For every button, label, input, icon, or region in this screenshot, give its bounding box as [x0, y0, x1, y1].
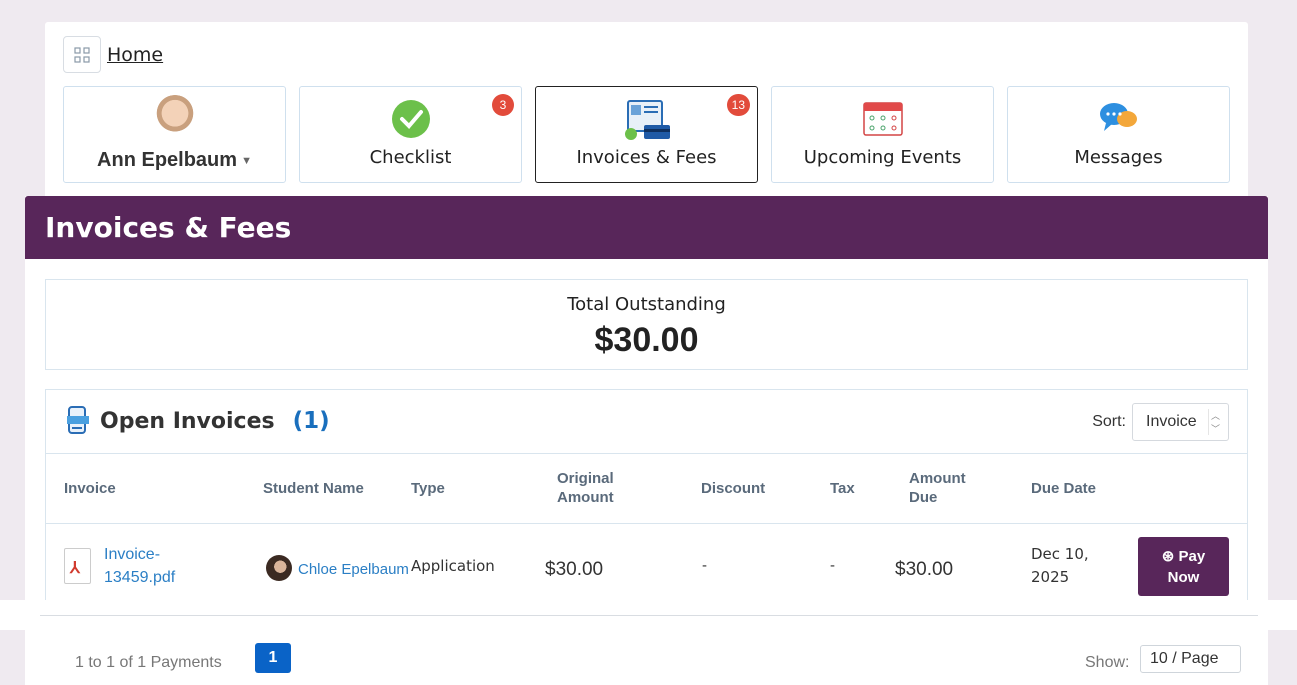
- discount-value: -: [702, 557, 707, 574]
- tile-checklist-label: Checklist: [369, 147, 452, 168]
- divider-line: [40, 615, 1258, 616]
- calendar-icon: [862, 99, 903, 142]
- sort-select[interactable]: Invoice ︿ ﹀: [1132, 403, 1229, 441]
- open-invoices-title-text: Open Invoices: [100, 408, 275, 434]
- tile-messages-label: Messages: [1074, 147, 1163, 168]
- checkmark-circle-icon: [391, 99, 431, 144]
- user-name: Ann Epelbaum ▼: [97, 149, 252, 171]
- dollar-circle-icon: ⊛: [1161, 547, 1175, 565]
- pay-now-button[interactable]: ⊛ Pay Now: [1138, 537, 1229, 596]
- caret-down-icon: ▼: [241, 154, 252, 167]
- table-header: Invoice Student Name Type Original Amount…: [46, 454, 1247, 524]
- total-outstanding-box: Total Outstanding $30.00: [45, 279, 1248, 370]
- amount-due-value: $30.00: [895, 559, 954, 580]
- pdf-icon: ⅄: [64, 548, 91, 584]
- col-invoice: Invoice: [64, 480, 116, 497]
- sort-control: Sort: Invoice ︿ ﹀: [1092, 403, 1229, 441]
- page-size-select[interactable]: 10 / Page: [1140, 645, 1241, 673]
- invoice-link[interactable]: Invoice- 13459.pdf: [104, 543, 175, 589]
- col-type: Type: [411, 480, 445, 497]
- tile-messages[interactable]: Messages: [1007, 86, 1230, 183]
- type-value: Application: [411, 557, 495, 575]
- top-card: Home Ann Epelbaum ▼ 3 Checklist 13 Invoic…: [45, 22, 1248, 202]
- sort-label: Sort:: [1092, 413, 1126, 430]
- open-invoices-count: (1): [292, 408, 330, 434]
- open-invoices-title: Open Invoices (1): [66, 406, 330, 436]
- home-link[interactable]: Home: [107, 44, 163, 66]
- tile-upcoming-events[interactable]: Upcoming Events: [771, 86, 994, 183]
- tile-checklist[interactable]: 3 Checklist: [299, 86, 522, 183]
- sort-stepper-icon: ︿ ﹀: [1208, 409, 1222, 435]
- col-tax: Tax: [830, 480, 855, 497]
- open-invoices-section: Open Invoices (1) Sort: Invoice ︿ ﹀ Invoi…: [45, 389, 1248, 609]
- total-outstanding-value: $30.00: [594, 321, 699, 359]
- col-amount-due: Amount Due: [909, 470, 966, 506]
- sort-select-value: Invoice: [1146, 413, 1197, 430]
- tax-value: -: [830, 557, 835, 574]
- user-switcher-tile[interactable]: Ann Epelbaum ▼: [63, 86, 286, 183]
- user-avatar: [151, 95, 198, 143]
- apps-grid-button[interactable]: [63, 36, 101, 73]
- page-1-button[interactable]: 1: [255, 643, 291, 673]
- grid-icon: [74, 46, 90, 63]
- col-original-amount: Original Amount: [557, 470, 614, 506]
- due-date-value: Dec 10, 2025: [1031, 545, 1089, 586]
- invoice-printer-icon: [67, 406, 89, 434]
- tile-upcoming-events-label: Upcoming Events: [803, 147, 962, 168]
- page-size-label: Show:: [1085, 654, 1130, 671]
- pagination-range: 1 to 1 of 1 Payments: [75, 654, 222, 671]
- panel-title: Invoices & Fees: [45, 211, 292, 244]
- tile-invoices[interactable]: 13 Invoices & Fees: [535, 86, 758, 183]
- table-row: ⅄ Invoice- 13459.pdf Chloe Epelbaum Appli…: [46, 524, 1247, 610]
- col-student-name: Student Name: [263, 480, 364, 497]
- col-due-date: Due Date: [1031, 480, 1097, 497]
- invoice-card-icon: [622, 99, 672, 146]
- invoices-badge: 13: [726, 94, 750, 116]
- original-amount-value: $30.00: [545, 559, 604, 580]
- checklist-badge: 3: [492, 94, 514, 116]
- student-name-link[interactable]: Chloe Epelbaum: [298, 561, 409, 578]
- tile-row: Ann Epelbaum ▼ 3 Checklist 13 Invoices & …: [63, 86, 1230, 183]
- col-discount: Discount: [701, 480, 766, 497]
- open-invoices-header: Open Invoices (1) Sort: Invoice ︿ ﹀: [46, 390, 1247, 454]
- panel-header: Invoices & Fees: [25, 196, 1268, 259]
- total-outstanding-label: Total Outstanding: [567, 294, 726, 315]
- tile-invoices-label: Invoices & Fees: [576, 147, 717, 168]
- student-avatar: [266, 555, 292, 581]
- chat-bubbles-icon: [1098, 99, 1140, 140]
